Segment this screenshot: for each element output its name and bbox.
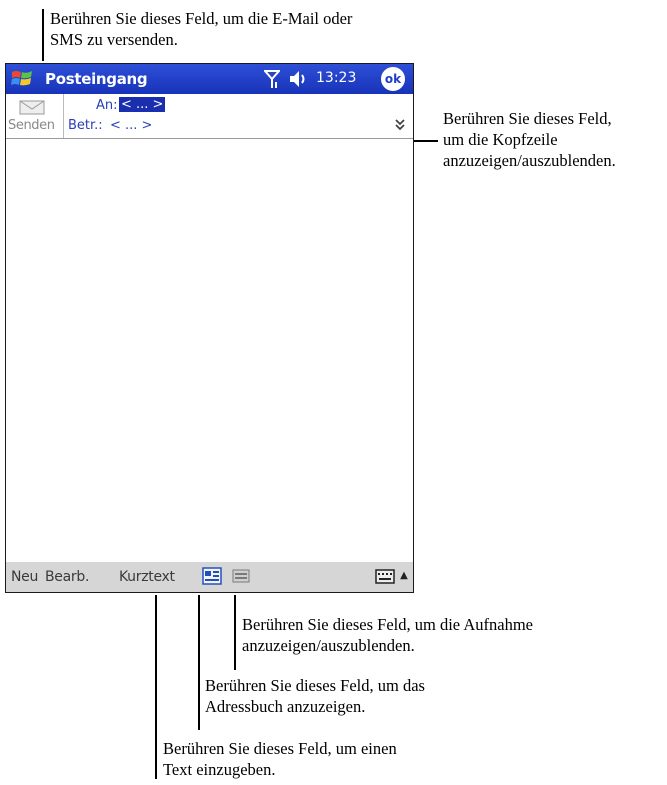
subject-label: Betr.: (68, 118, 103, 133)
to-label: An: (96, 98, 118, 113)
subject-field[interactable]: < ... > (110, 118, 152, 133)
callout-send-line (42, 9, 44, 61)
to-field[interactable]: < ... > (119, 97, 166, 112)
recorder-icon[interactable] (232, 569, 250, 583)
app-title[interactable]: Posteingang (45, 70, 148, 88)
title-bar: Posteingang 13:23 ok (6, 64, 413, 94)
message-body[interactable] (6, 139, 413, 561)
callout-text: Berühren Sie dieses Feld, um einen Text … (163, 739, 397, 779)
device-screen: Posteingang 13:23 ok Senden An: < ... > … (5, 63, 414, 593)
menu-edit[interactable]: Bearb. (45, 569, 89, 585)
callout-text-line (155, 595, 157, 779)
send-label: Senden (8, 118, 55, 133)
callout-addressbook-line (198, 595, 200, 730)
contacts-icon[interactable] (202, 567, 222, 585)
keyboard-icon[interactable] (375, 567, 395, 585)
callout-recording: Berühren Sie dieses Feld, um die Aufnahm… (242, 615, 533, 655)
callout-addressbook: Berühren Sie dieses Feld, um das Adressb… (205, 676, 425, 716)
menu-bar: Neu Bearb. Kurztext ▲ (6, 561, 413, 592)
menu-new[interactable]: Neu (11, 569, 38, 585)
windows-start-icon[interactable] (10, 67, 34, 91)
message-header: Senden An: < ... > Betr.: < ... > (6, 94, 413, 138)
toggle-header-button[interactable] (394, 119, 406, 131)
callout-send: Berühren Sie dieses Feld, um die E-Mail … (50, 9, 353, 49)
ok-button[interactable]: ok (381, 67, 405, 91)
callout-header: Berühren Sie dieses Feld, um die Kopfzei… (443, 109, 616, 170)
menu-quicktext[interactable]: Kurztext (119, 569, 175, 585)
callout-recording-line (234, 595, 236, 670)
speaker-icon[interactable] (288, 69, 310, 89)
clock[interactable]: 13:23 (316, 70, 356, 86)
send-envelope-icon (19, 100, 45, 115)
sip-arrow-button[interactable]: ▲ (397, 567, 411, 585)
double-chevron-down-icon (395, 119, 405, 131)
signal-icon[interactable] (264, 69, 280, 89)
send-button[interactable]: Senden (6, 94, 64, 138)
